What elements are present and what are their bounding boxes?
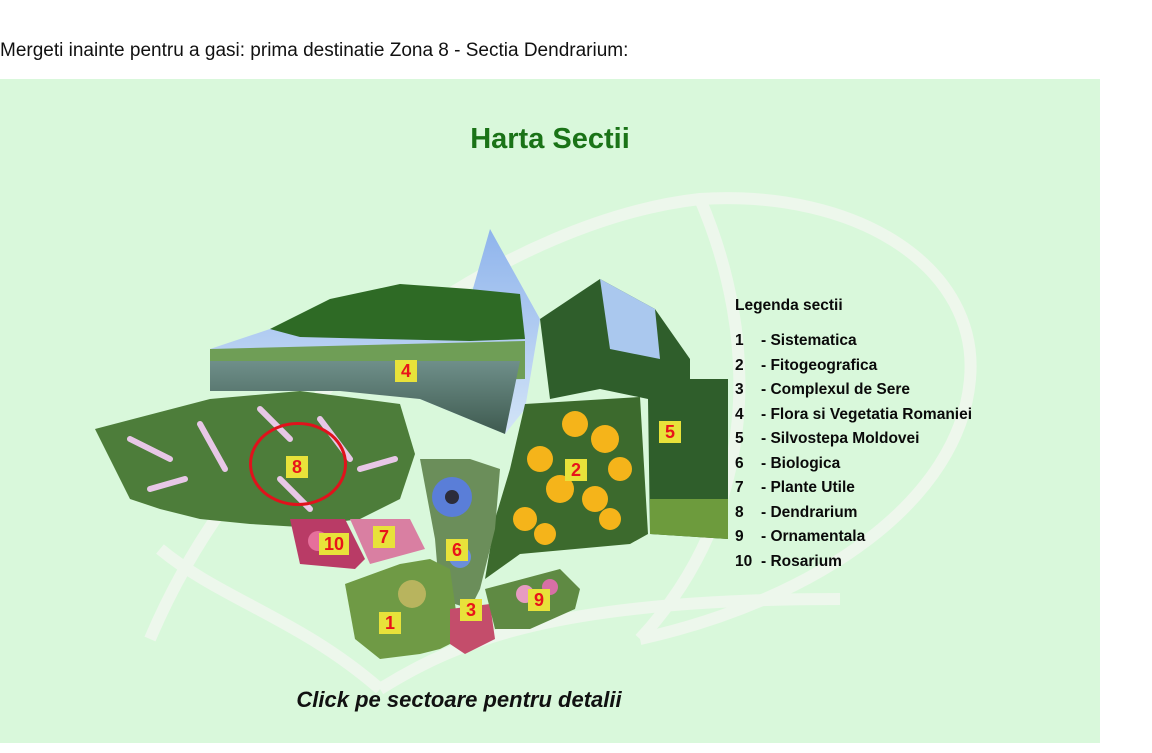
legend-number: 9	[735, 528, 744, 545]
legend-number: 2	[735, 356, 744, 374]
legend: Legenda sectii 1 Sistematica 2 Fitogeograf…	[735, 297, 1015, 574]
legend-name: Biologica	[761, 455, 840, 472]
legend-name: Dendrarium	[761, 504, 857, 521]
legend-number: 5	[735, 430, 744, 447]
legend-number: 10	[735, 552, 753, 570]
legend-item: 5 Silvostepa Moldovei	[735, 427, 1015, 452]
zone-7-marker[interactable]: 7	[373, 526, 395, 548]
zone-10-marker[interactable]: 10	[319, 533, 349, 555]
zone-1-marker[interactable]: 1	[379, 612, 401, 634]
legend-name: Plante Utile	[761, 479, 855, 496]
garden-map-panel: Harta Sectii 4 5 8 2 10 7 6 9 3 1 Legend…	[0, 79, 1100, 743]
legend-number: 6	[735, 454, 744, 472]
zone-8-marker[interactable]: 8	[286, 456, 308, 478]
zone-9-marker[interactable]: 9	[528, 589, 550, 611]
legend-number: 4	[735, 405, 744, 423]
legend-name: Silvostepa Moldovei	[761, 430, 919, 447]
zone-1-shape[interactable]	[345, 559, 460, 659]
legend-number: 1	[735, 332, 744, 349]
zone-4-marker[interactable]: 4	[395, 360, 417, 382]
zone-5-marker[interactable]: 5	[659, 421, 681, 443]
legend-item: 1 Sistematica	[735, 329, 1015, 354]
legend-item: 4 Flora si Vegetatia Romaniei	[735, 403, 1015, 428]
legend-item: 2 Fitogeografica	[735, 354, 1015, 379]
legend-name: Complexul de Sere	[761, 381, 910, 398]
zone-2-marker[interactable]: 2	[565, 459, 587, 481]
legend-item: 9 Ornamentala	[735, 525, 1015, 550]
legend-item: 6 Biologica	[735, 452, 1015, 477]
legend-item: 10 Rosarium	[735, 550, 1015, 575]
legend-list: 1 Sistematica 2 Fitogeografica 3 Complexul …	[735, 329, 1015, 574]
click-hint: Click pe sectoare pentru detalii	[296, 687, 622, 712]
legend-number: 3	[735, 381, 744, 398]
zone-6-marker[interactable]: 6	[446, 539, 468, 561]
legend-name: Sistematica	[761, 332, 857, 349]
legend-title: Legenda sectii	[735, 297, 843, 314]
map-title: Harta Sectii	[470, 123, 630, 155]
legend-name: Rosarium	[761, 553, 842, 570]
legend-item: 7 Plante Utile	[735, 476, 1015, 501]
legend-item: 8 Dendrarium	[735, 501, 1015, 526]
legend-name: Fitogeografica	[761, 357, 877, 374]
legend-name: Ornamentala	[761, 528, 865, 545]
legend-name: Flora si Vegetatia Romaniei	[761, 406, 972, 423]
intro-text: Mergeti inainte pentru a gasi: prima des…	[0, 40, 629, 61]
legend-number: 7	[735, 479, 744, 496]
zone-3-marker[interactable]: 3	[460, 599, 482, 621]
legend-number: 8	[735, 503, 744, 521]
legend-item: 3 Complexul de Sere	[735, 378, 1015, 403]
